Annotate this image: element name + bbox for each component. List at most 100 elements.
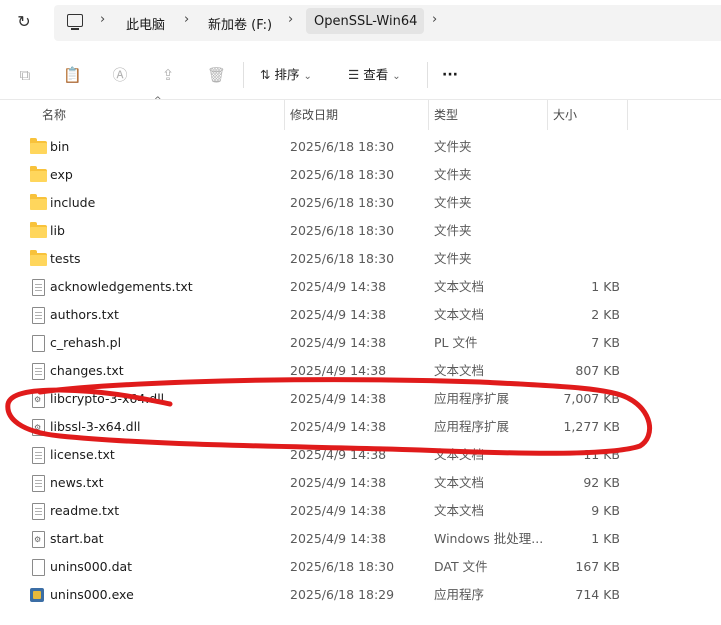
- file-date: 2025/6/18 18:30: [290, 251, 395, 266]
- file-row[interactable]: lib 2025/6/18 18:30 文件夹: [0, 217, 721, 245]
- file-type: 文本文档: [434, 475, 485, 490]
- file-size: 807 KB: [575, 363, 620, 378]
- column-divider[interactable]: [627, 100, 628, 130]
- file-row[interactable]: exp 2025/6/18 18:30 文件夹: [0, 161, 721, 189]
- file-row[interactable]: c_rehash.pl 2025/4/9 14:38 PL 文件 7 KB: [0, 329, 721, 357]
- file-type: DAT 文件: [434, 559, 488, 574]
- file-row[interactable]: tests 2025/6/18 18:30 文件夹: [0, 245, 721, 273]
- file-type: PL 文件: [434, 335, 478, 350]
- file-date: 2025/4/9 14:38: [290, 391, 387, 406]
- column-divider[interactable]: [428, 100, 429, 130]
- file-type: 文件夹: [434, 195, 472, 210]
- file-date: 2025/4/9 14:38: [290, 503, 387, 518]
- column-header-type[interactable]: 类型: [434, 100, 458, 130]
- folder-icon: [30, 138, 47, 154]
- file-name: exp: [50, 167, 73, 182]
- file-row[interactable]: license.txt 2025/4/9 14:38 文本文档 11 KB: [0, 441, 721, 469]
- dll-file-icon: [32, 419, 45, 436]
- breadcrumb-drive[interactable]: 新加卷 (F:): [208, 14, 272, 33]
- chevron-right-icon[interactable]: ›: [432, 12, 437, 27]
- chevron-right-icon[interactable]: ›: [100, 12, 105, 27]
- copy-icon[interactable]: ⧉: [16, 66, 34, 84]
- file-date: 2025/4/9 14:38: [290, 363, 387, 378]
- file-name: libssl-3-x64.dll: [50, 419, 141, 434]
- toolbar-separator: [0, 99, 721, 100]
- more-options-button[interactable]: ···: [442, 65, 458, 85]
- column-header-date[interactable]: 修改日期: [290, 100, 338, 130]
- file-name: changes.txt: [50, 363, 124, 378]
- file-name: tests: [50, 251, 81, 266]
- file-size: 2 KB: [591, 307, 620, 322]
- file-name: unins000.dat: [50, 559, 133, 574]
- file-date: 2025/4/9 14:38: [290, 335, 387, 350]
- file-type: 文件夹: [434, 139, 472, 154]
- file-size: 1 KB: [591, 531, 620, 546]
- rename-icon[interactable]: Ⓐ: [111, 66, 129, 84]
- text-file-icon: [32, 307, 45, 324]
- view-icon: ☰: [348, 67, 360, 82]
- breadcrumb-current-folder[interactable]: OpenSSL-Win64: [314, 14, 417, 29]
- file-type: 文本文档: [434, 363, 485, 378]
- sort-button[interactable]: ⇅ 排序 ⌄: [260, 65, 312, 85]
- view-button[interactable]: ☰ 查看 ⌄: [348, 65, 401, 85]
- toolbar-divider: [427, 62, 428, 88]
- file-row[interactable]: readme.txt 2025/4/9 14:38 文本文档 9 KB: [0, 497, 721, 525]
- column-divider[interactable]: [547, 100, 548, 130]
- file-date: 2025/6/18 18:30: [290, 167, 395, 182]
- file-date: 2025/4/9 14:38: [290, 447, 387, 462]
- file-row[interactable]: include 2025/6/18 18:30 文件夹: [0, 189, 721, 217]
- file-type: 文件夹: [434, 223, 472, 238]
- text-file-icon: [32, 279, 45, 296]
- file-date: 2025/4/9 14:38: [290, 475, 387, 490]
- file-type: 文本文档: [434, 503, 485, 518]
- delete-icon[interactable]: 🗑: [207, 66, 226, 84]
- file-row[interactable]: authors.txt 2025/4/9 14:38 文本文档 2 KB: [0, 301, 721, 329]
- text-file-icon: [32, 447, 45, 464]
- file-date: 2025/4/9 14:38: [290, 279, 387, 294]
- file-type: 应用程序扩展: [434, 419, 510, 434]
- file-row[interactable]: libcrypto-3-x64.dll 2025/4/9 14:38 应用程序扩展 7…: [0, 385, 721, 413]
- refresh-icon[interactable]: ↻: [14, 12, 34, 32]
- breadcrumb-this-pc[interactable]: 此电脑: [126, 14, 165, 33]
- sort-icon: ⇅: [260, 67, 271, 82]
- share-icon[interactable]: ⇪: [159, 66, 177, 84]
- file-row[interactable]: libssl-3-x64.dll 2025/4/9 14:38 应用程序扩展 1,27…: [0, 413, 721, 441]
- file-row[interactable]: changes.txt 2025/4/9 14:38 文本文档 807 KB: [0, 357, 721, 385]
- file-date: 2025/4/9 14:38: [290, 419, 387, 434]
- file-name: bin: [50, 139, 70, 154]
- file-size: 1,277 KB: [563, 419, 620, 434]
- this-pc-icon[interactable]: [67, 14, 83, 30]
- file-date: 2025/4/9 14:38: [290, 531, 387, 546]
- sort-ascending-icon: ^: [154, 96, 162, 106]
- file-date: 2025/6/18 18:30: [290, 139, 395, 154]
- folder-icon: [30, 222, 47, 238]
- file-name: readme.txt: [50, 503, 120, 518]
- toolbar-divider: [243, 62, 244, 88]
- file-name: lib: [50, 223, 65, 238]
- chevron-down-icon: ⌄: [303, 71, 312, 82]
- file-type: 应用程序扩展: [434, 391, 510, 406]
- file-row[interactable]: bin 2025/6/18 18:30 文件夹: [0, 133, 721, 161]
- file-row[interactable]: acknowledgements.txt 2025/4/9 14:38 文本文档 1 …: [0, 273, 721, 301]
- text-file-icon: [32, 363, 45, 380]
- file-type: Windows 批处理...: [434, 531, 544, 546]
- dll-file-icon: [32, 391, 45, 408]
- chevron-right-icon[interactable]: ›: [288, 12, 293, 27]
- file-row[interactable]: unins000.dat 2025/6/18 18:30 DAT 文件 167 KB: [0, 553, 721, 581]
- file-date: 2025/6/18 18:29: [290, 587, 395, 602]
- file-type: 文件夹: [434, 167, 472, 182]
- file-name: authors.txt: [50, 307, 119, 322]
- column-divider[interactable]: [284, 100, 285, 130]
- chevron-right-icon[interactable]: ›: [184, 12, 189, 27]
- file-date: 2025/4/9 14:38: [290, 307, 387, 322]
- file-row[interactable]: start.bat 2025/4/9 14:38 Windows 批处理... 1 K…: [0, 525, 721, 553]
- exe-file-icon: [30, 588, 44, 602]
- file-row[interactable]: news.txt 2025/4/9 14:38 文本文档 92 KB: [0, 469, 721, 497]
- file-size: 1 KB: [591, 279, 620, 294]
- file-row[interactable]: unins000.exe 2025/6/18 18:29 应用程序 714 KB: [0, 581, 721, 609]
- column-header-size[interactable]: 大小: [553, 100, 577, 130]
- file-name: include: [50, 195, 96, 210]
- paste-icon[interactable]: 📋: [63, 66, 82, 84]
- file-date: 2025/6/18 18:30: [290, 559, 395, 574]
- column-header-name[interactable]: 名称: [42, 100, 66, 130]
